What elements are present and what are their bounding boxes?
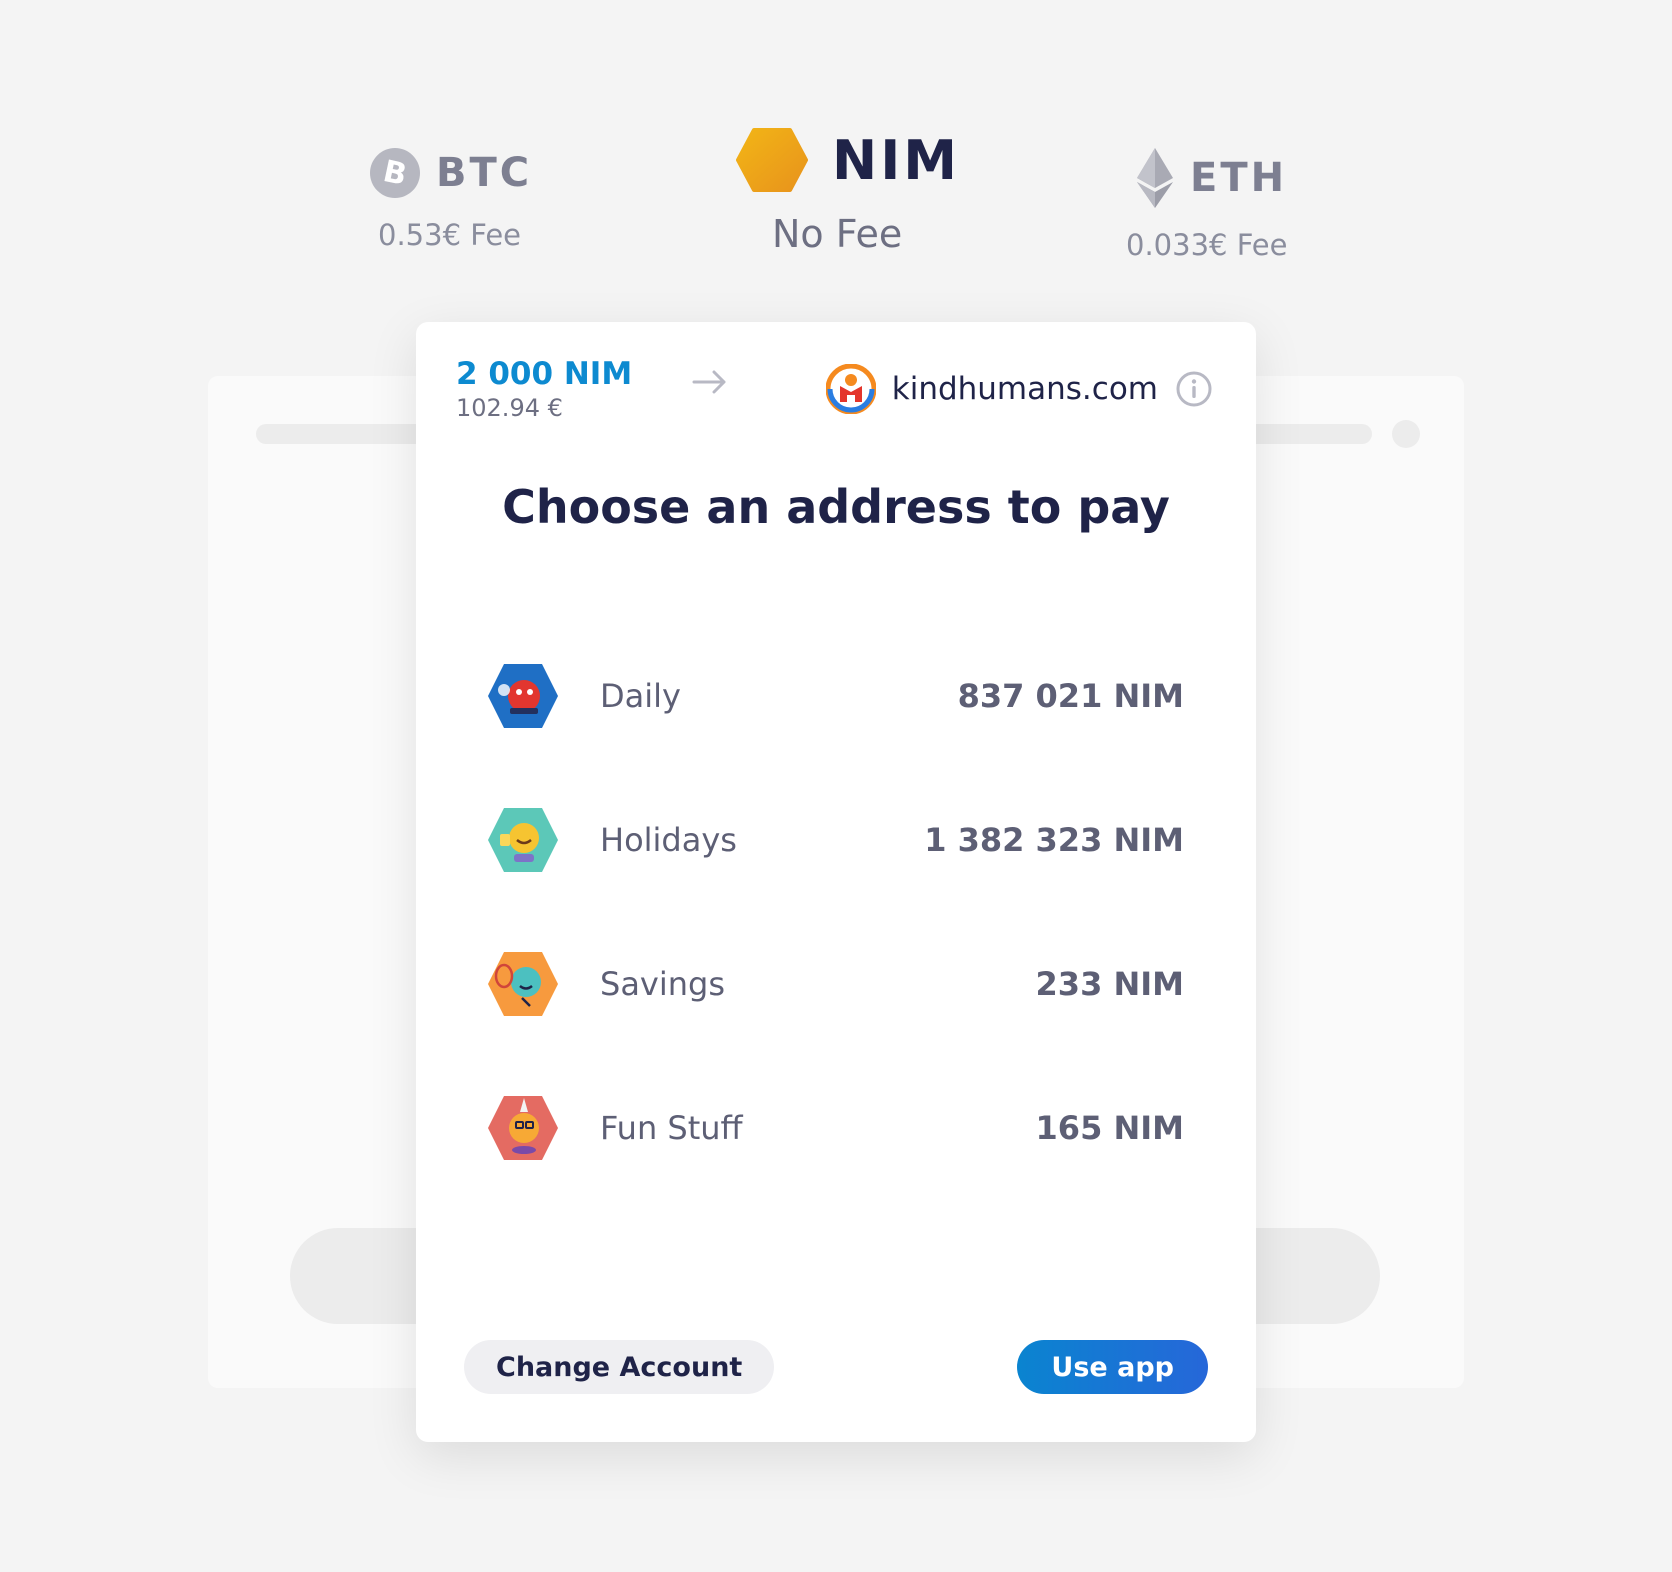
merchant-logo-icon	[825, 364, 876, 414]
identicon-icon	[488, 952, 558, 1016]
change-account-button[interactable]: Change Account	[464, 1340, 775, 1394]
btc-label: BTC	[436, 150, 533, 196]
address-balance: 233 NIM	[1035, 965, 1184, 1003]
merchant-name: kindhumans.com	[891, 371, 1158, 407]
placeholder-bar	[256, 424, 436, 444]
nim-label: NIM	[832, 128, 961, 192]
address-label: Daily	[600, 677, 681, 715]
arrow-right-icon	[692, 370, 726, 394]
merchant-info: kindhumans.com	[825, 364, 1212, 414]
identicon-icon	[488, 808, 558, 872]
address-item-savings[interactable]: Savings 233 NIM	[486, 912, 1184, 1056]
payment-amount: 2 000 NIM 102.94 €	[456, 356, 632, 422]
info-icon[interactable]	[1176, 371, 1212, 407]
nimiq-hexagon-icon	[736, 128, 808, 192]
address-item-fun-stuff[interactable]: Fun Stuff 165 NIM	[486, 1056, 1184, 1200]
nim-fee: No Fee	[772, 212, 903, 256]
identicon-icon	[488, 664, 558, 728]
amount-fiat: 102.94 €	[456, 394, 563, 422]
address-item-holidays[interactable]: Holidays 1 382 323 NIM	[486, 768, 1184, 912]
address-label: Holidays	[600, 821, 737, 859]
address-balance: 1 382 323 NIM	[924, 821, 1184, 859]
bitcoin-icon: B	[370, 148, 420, 198]
address-label: Fun Stuff	[600, 1109, 743, 1147]
address-balance: 837 021 NIM	[957, 677, 1184, 715]
eth-label: ETH	[1190, 155, 1288, 201]
payment-card: 2 000 NIM 102.94 € kindhumans.com Choose…	[416, 322, 1256, 1442]
address-item-daily[interactable]: Daily 837 021 NIM	[486, 624, 1184, 768]
btc-fee: 0.53€ Fee	[378, 218, 522, 252]
address-balance: 165 NIM	[1035, 1109, 1184, 1147]
ethereum-icon	[1137, 148, 1173, 208]
address-list: Daily 837 021 NIM Holidays 1 382 323 NIM	[486, 624, 1184, 1200]
eth-fee: 0.033€ Fee	[1126, 228, 1288, 262]
placeholder-dot	[1392, 420, 1420, 448]
identicon-icon	[488, 1096, 558, 1160]
eth-option[interactable]: ETH 0.033€ Fee	[1126, 148, 1446, 262]
use-app-button[interactable]: Use app	[1017, 1340, 1208, 1394]
amount-nim: 2 000 NIM	[456, 356, 633, 392]
address-label: Savings	[600, 965, 726, 1003]
nim-option[interactable]: NIM No Fee	[700, 128, 1000, 256]
btc-option[interactable]: B BTC 0.53€ Fee	[370, 148, 710, 252]
page-title: Choose an address to pay	[502, 480, 1170, 534]
